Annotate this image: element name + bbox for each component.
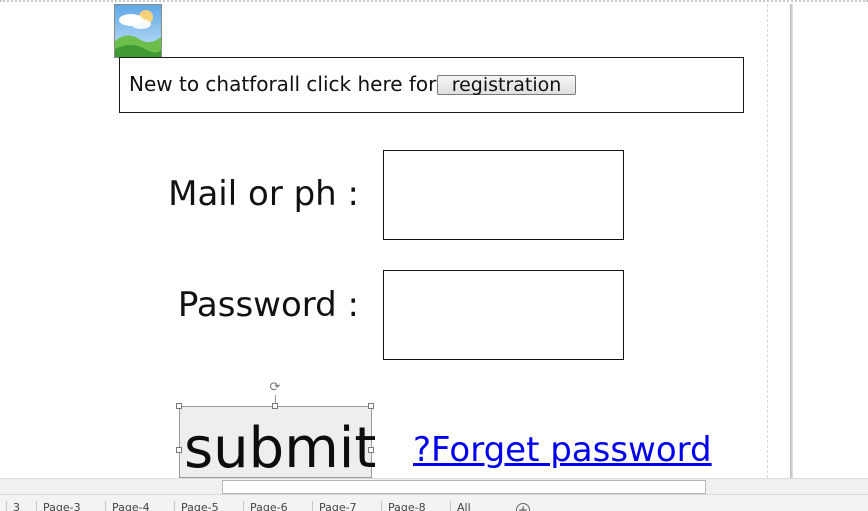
page-tab[interactable]: Page-3 xyxy=(36,501,87,511)
picture-icon[interactable] xyxy=(114,4,162,58)
page-tab[interactable]: Page-7 xyxy=(312,501,363,511)
registration-prompt-text: New to chatforall click here for xyxy=(129,72,437,96)
rotate-handle-icon[interactable]: ⟳ xyxy=(268,381,282,395)
horizontal-scrollbar-thumb[interactable] xyxy=(222,480,706,494)
submit-button[interactable]: submit xyxy=(179,406,376,481)
resize-handle-top-left[interactable] xyxy=(176,403,182,409)
resize-handle-left[interactable] xyxy=(176,447,182,453)
horizontal-scrollbar[interactable] xyxy=(0,478,868,494)
page-tab[interactable]: Page-5 xyxy=(174,501,225,511)
page-tab[interactable]: Page-4 xyxy=(105,501,156,511)
registration-button[interactable]: registration xyxy=(437,75,576,95)
mail-or-phone-label: Mail or ph : xyxy=(168,174,359,214)
submit-label: submit xyxy=(184,416,377,481)
add-page-icon[interactable]: + xyxy=(516,503,530,511)
password-label: Password : xyxy=(177,285,359,325)
password-field[interactable] xyxy=(383,270,624,360)
resize-handle-top[interactable] xyxy=(272,403,278,409)
page-margin-guide xyxy=(767,4,768,478)
workspace-area xyxy=(793,4,868,478)
registration-banner: New to chatforall click here for registr… xyxy=(119,57,744,113)
page-tab-all[interactable]: All xyxy=(450,501,477,511)
page-tab[interactable]: 3 xyxy=(6,501,26,511)
page-tab-bar: 3 Page-3 Page-4 Page-5 Page-6 Page-7 Pag… xyxy=(0,494,868,511)
resize-handle-top-right[interactable] xyxy=(368,403,374,409)
page-tab[interactable]: Page-8 xyxy=(381,501,432,511)
page-tab[interactable]: Page-6 xyxy=(243,501,294,511)
forget-password-link[interactable]: ?Forget password xyxy=(413,430,712,470)
resize-handle-right[interactable] xyxy=(368,447,374,453)
landscape-picture-icon xyxy=(115,5,161,57)
mail-or-phone-field[interactable] xyxy=(383,150,624,240)
